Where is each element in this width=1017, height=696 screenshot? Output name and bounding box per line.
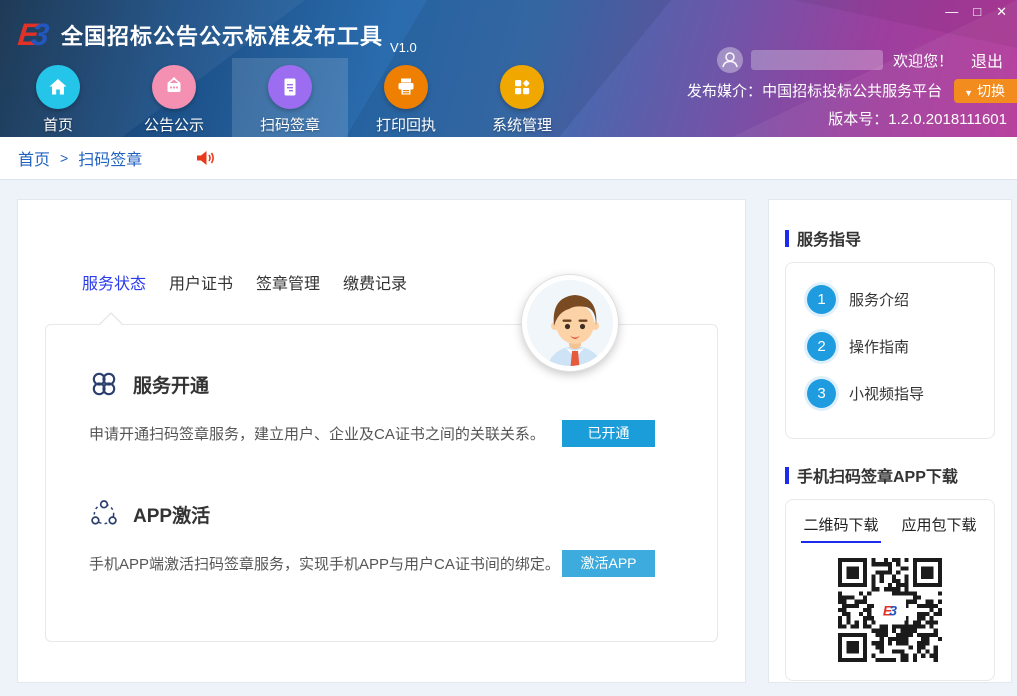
tab-seal-management[interactable]: 签章管理	[256, 270, 320, 294]
service-tabs: 服务状态 用户证书 签章管理 缴费记录	[82, 270, 745, 294]
step-2-badge: 2	[807, 332, 836, 361]
guide-label: 小视频指导	[849, 383, 924, 404]
breadcrumb-current: 扫码签章	[78, 146, 142, 170]
user-avatar-icon	[717, 47, 743, 73]
step-1-badge: 1	[807, 285, 836, 314]
breadcrumb-separator: >	[60, 150, 68, 166]
printer-icon	[384, 65, 428, 109]
nav-label: 公告公示	[144, 114, 204, 135]
qr-code: E 3	[838, 558, 942, 662]
tab-qr-download[interactable]: 二维码下载	[792, 514, 890, 543]
nav-item-print-receipt[interactable]: 打印回执	[348, 58, 464, 137]
side-panel: 服务指导 1 服务介绍 2 操作指南 3 小视频指导 手机扫码签章APP下载	[768, 199, 1012, 683]
version-text: 版本号：1.2.0.2018111601	[687, 108, 1017, 129]
app-logo: E 3	[16, 18, 51, 52]
breadcrumb-home-link[interactable]: 首页	[18, 146, 50, 170]
main-nav: 首页 公告公示	[0, 58, 580, 137]
nav-label: 打印回执	[376, 114, 436, 135]
nav-item-scan-sign[interactable]: 扫码签章	[232, 58, 348, 137]
download-tabs: 二维码下载 应用包下载	[792, 514, 988, 543]
guide-item-operation-guide[interactable]: 2 操作指南	[807, 332, 994, 361]
user-row: 欢迎您！ 退出	[687, 46, 1017, 74]
guide-label: 服务介绍	[849, 289, 909, 310]
tab-package-download[interactable]: 应用包下载	[890, 514, 988, 543]
media-row: 发布媒介： 中国招标投标公共服务平台 ▼切换	[687, 77, 1017, 104]
avatar	[522, 275, 618, 371]
activate-app-button[interactable]: 激活APP	[562, 550, 655, 577]
nav-label: 扫码签章	[260, 114, 320, 135]
nav-label: 首页	[43, 114, 73, 135]
header: — □ ✕ E 3 全国招标公告公示标准发布工具 V1.0 首页	[0, 0, 1017, 137]
step-3-badge: 3	[807, 379, 836, 408]
media-label: 发布媒介：	[687, 80, 762, 101]
guide-label: 操作指南	[849, 336, 909, 357]
username-redacted	[751, 50, 883, 70]
maximize-button[interactable]: □	[973, 4, 981, 20]
close-button[interactable]: ✕	[996, 4, 1007, 20]
logo-3: 3	[30, 18, 51, 52]
media-value: 中国招标投标公共服务平台	[762, 80, 942, 101]
app-window: — □ ✕ E 3 全国招标公告公示标准发布工具 V1.0 首页	[0, 0, 1017, 696]
section-title: APP激活	[133, 501, 210, 528]
service-clover-icon	[89, 369, 119, 399]
accent-bar	[785, 230, 789, 247]
nav-item-announcements[interactable]: 公告公示	[116, 58, 232, 137]
home-icon	[36, 65, 80, 109]
guide-item-service-intro[interactable]: 1 服务介绍	[807, 285, 994, 314]
tab-payment-records[interactable]: 缴费记录	[343, 270, 407, 294]
guide-item-video-guide[interactable]: 3 小视频指导	[807, 379, 994, 408]
app-title: 全国招标公告公示标准发布工具	[61, 19, 383, 51]
content: 服务状态 用户证书 签章管理 缴费记录	[0, 180, 1017, 683]
section-description: 申请开通扫码签章服务，建立用户、企业及CA证书之间的关联关系。	[89, 423, 545, 444]
app-version-tag: V1.0	[390, 40, 417, 58]
section-app-activate: APP激活 手机APP端激活扫码签章服务，实现手机APP与用户CA证书间的绑定。…	[46, 447, 717, 577]
guide-title: 服务指导	[797, 226, 861, 250]
section-title: 服务开通	[133, 371, 209, 398]
download-title: 手机扫码签章APP下载	[797, 463, 958, 487]
tab-underline	[801, 541, 881, 543]
window-controls: — □ ✕	[945, 4, 1007, 20]
announcement-icon	[152, 65, 196, 109]
download-box: 二维码下载 应用包下载 E 3	[785, 499, 995, 681]
nav-item-home[interactable]: 首页	[0, 58, 116, 137]
app-activate-icon	[89, 499, 119, 529]
logout-button[interactable]: 退出	[971, 48, 1003, 72]
accent-bar	[785, 467, 789, 484]
nav-label: 系统管理	[492, 114, 552, 135]
nav-item-system-admin[interactable]: 系统管理	[464, 58, 580, 137]
section-description: 手机APP端激活扫码签章服务，实现手机APP与用户CA证书间的绑定。	[89, 553, 560, 574]
document-icon	[268, 65, 312, 109]
tab-service-status[interactable]: 服务状态	[82, 270, 146, 294]
guide-box: 1 服务介绍 2 操作指南 3 小视频指导	[785, 262, 995, 439]
minimize-button[interactable]: —	[945, 4, 958, 20]
tab-user-certificate[interactable]: 用户证书	[169, 270, 233, 294]
header-right: 欢迎您！ 退出 发布媒介： 中国招标投标公共服务平台 ▼切换 版本号：1.2.0…	[687, 46, 1017, 129]
caret-down-icon: ▼	[964, 88, 973, 98]
guide-header: 服务指导	[785, 226, 995, 250]
main-panel: 服务状态 用户证书 签章管理 缴费记录	[17, 199, 746, 683]
opened-button[interactable]: 已开通	[562, 420, 655, 447]
switch-media-button[interactable]: ▼切换	[954, 79, 1017, 103]
qr-logo: E 3	[874, 600, 906, 621]
download-header: 手机扫码签章APP下载	[785, 463, 995, 487]
welcome-text: 欢迎您！	[893, 50, 953, 71]
speaker-icon[interactable]	[194, 147, 216, 169]
tab-underline	[899, 541, 979, 543]
section-service-open: 服务开通 申请开通扫码签章服务，建立用户、企业及CA证书之间的关联关系。 已开通	[46, 325, 717, 447]
breadcrumb: 首页 > 扫码签章	[0, 137, 1017, 180]
service-status-panel: 服务开通 申请开通扫码签章服务，建立用户、企业及CA证书之间的关联关系。 已开通	[45, 324, 718, 642]
modules-icon	[500, 65, 544, 109]
